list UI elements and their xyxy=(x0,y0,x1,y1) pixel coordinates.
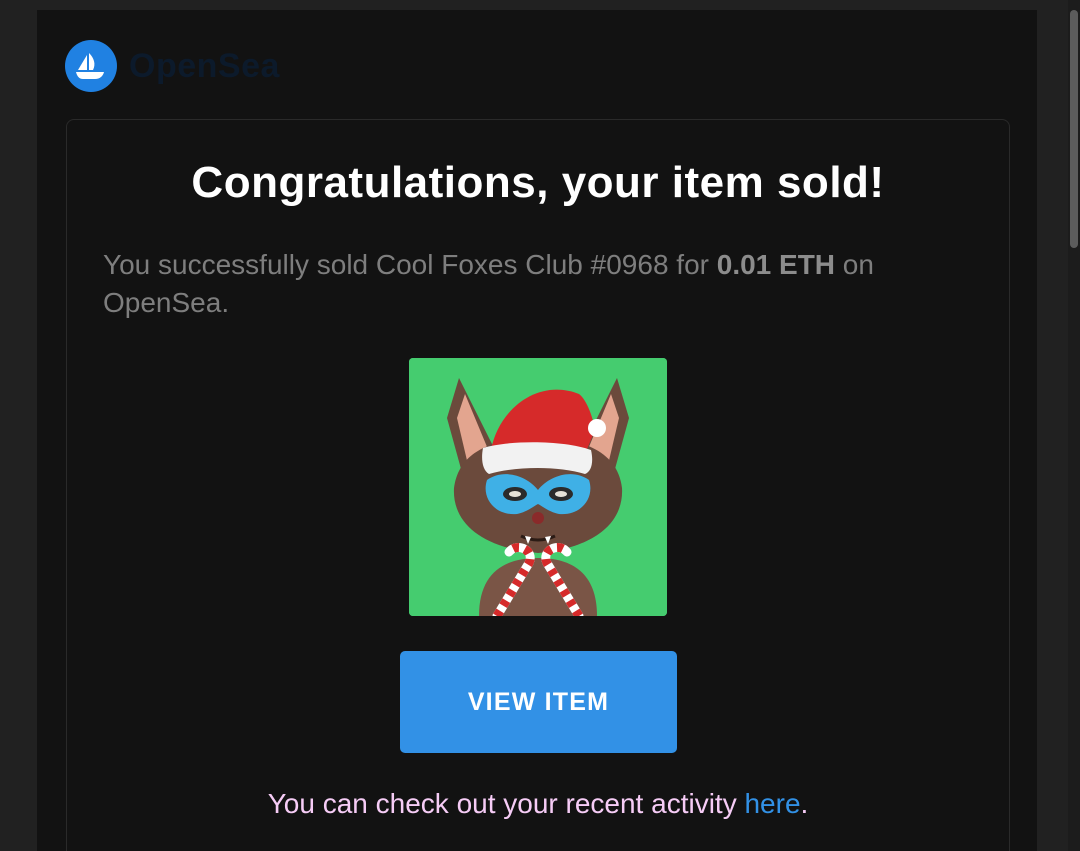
page-title: Congratulations, your item sold! xyxy=(191,158,885,207)
nft-image[interactable] xyxy=(409,358,667,616)
opensea-logo[interactable]: OpenSea xyxy=(65,40,280,92)
activity-text: You can check out your recent activity xyxy=(267,788,745,819)
sale-summary: You successfully sold Cool Foxes Club #0… xyxy=(103,246,943,322)
summary-text: You successfully sold Cool Foxes Club #0… xyxy=(103,249,717,280)
scrollbar-thumb[interactable] xyxy=(1070,10,1078,248)
opensea-wordmark: OpenSea xyxy=(129,46,280,85)
view-item-button[interactable]: VIEW ITEM xyxy=(400,651,677,753)
email-body: OpenSea Congratulations, your item sold!… xyxy=(37,10,1037,851)
scrollbar[interactable] xyxy=(1068,0,1080,851)
activity-period: . xyxy=(800,788,809,819)
recent-activity-note: You can check out your recent activity h… xyxy=(67,788,1009,820)
sale-price: 0.01 ETH xyxy=(716,249,836,280)
page: OpenSea Congratulations, your item sold!… xyxy=(0,0,1080,851)
sale-card: Congratulations, your item sold! You suc… xyxy=(66,119,1010,851)
opensea-ship-icon xyxy=(65,40,117,92)
activity-here-link[interactable]: here xyxy=(744,788,800,819)
